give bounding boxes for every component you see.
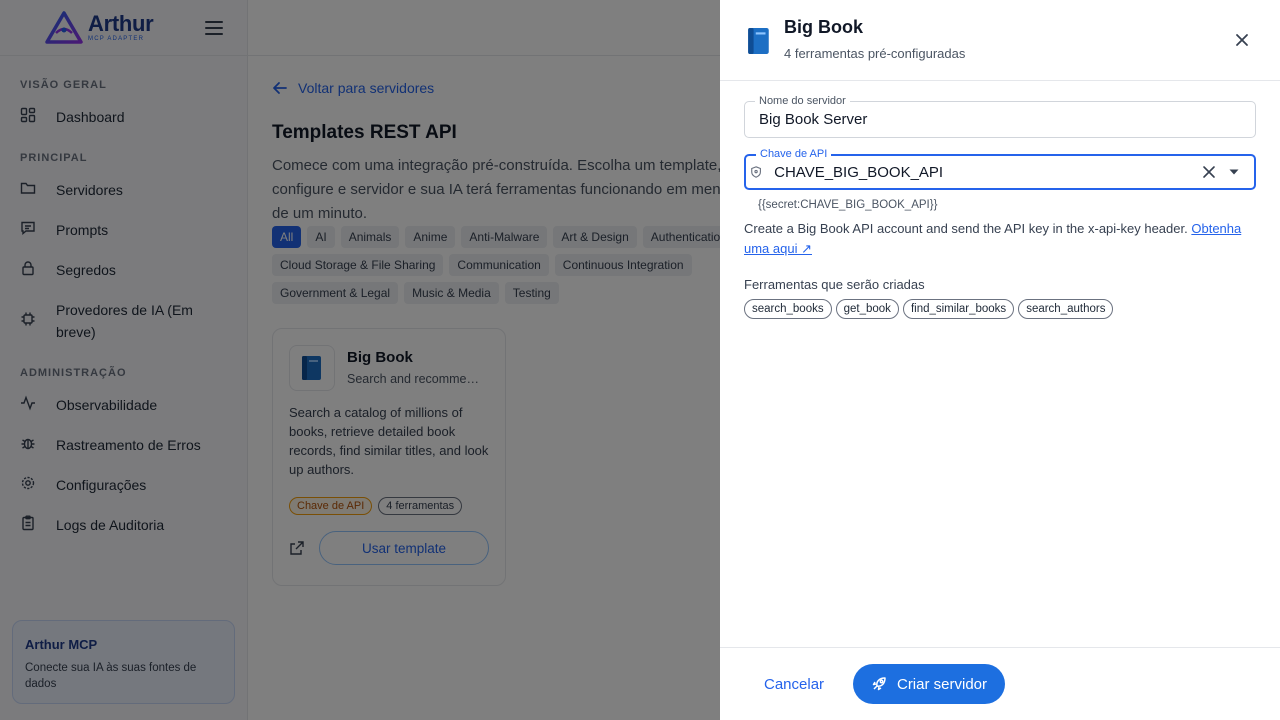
api-key-label: Chave de API	[756, 147, 832, 161]
book-icon	[748, 28, 769, 54]
api-help-text: Create a Big Book API account and send t…	[744, 219, 1260, 259]
template-config-drawer: Big Book 4 ferramentas pré-configuradas …	[720, 0, 1280, 720]
create-server-label: Criar servidor	[896, 675, 987, 693]
tool-chip: search_books	[744, 299, 832, 319]
chevron-down-icon[interactable]	[1228, 166, 1240, 178]
secret-reference-hint: {{secret:CHAVE_BIG_BOOK_API}}	[758, 199, 938, 211]
drawer-title: Big Book	[784, 17, 863, 37]
server-name-label: Nome do servidor	[755, 94, 850, 108]
close-icon[interactable]	[1234, 32, 1250, 48]
clear-icon[interactable]	[1202, 165, 1216, 179]
tools-label: Ferramentas que serão criadas	[744, 277, 925, 292]
api-key-field: Chave de API	[744, 147, 1256, 190]
tool-chip: get_book	[835, 299, 899, 319]
server-name-field: Nome do servidor	[744, 94, 1256, 138]
cancel-button[interactable]: Cancelar	[764, 676, 824, 693]
rocket-icon	[872, 677, 886, 691]
help-text: Create a Big Book API account and send t…	[744, 221, 1188, 236]
tool-chip: find_similar_books	[902, 299, 1015, 319]
create-server-button[interactable]: Criar servidor	[853, 664, 1005, 704]
shield-icon	[751, 166, 761, 178]
drawer-header: Big Book 4 ferramentas pré-configuradas	[720, 0, 1280, 81]
tool-chip: search_authors	[1018, 299, 1114, 319]
tools-list: search_books get_book find_similar_books…	[744, 299, 1114, 319]
drawer-subtitle: 4 ferramentas pré-configuradas	[784, 46, 966, 61]
drawer-footer: Cancelar Criar servidor	[720, 647, 1280, 720]
